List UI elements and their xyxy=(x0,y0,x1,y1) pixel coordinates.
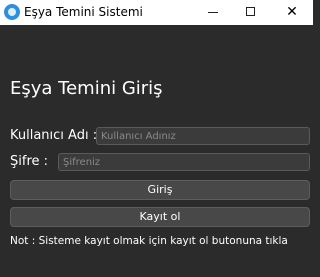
username-label: Kullanıcı Adı : xyxy=(10,128,98,143)
maximize-button[interactable] xyxy=(232,0,270,25)
password-input[interactable] xyxy=(58,153,310,171)
info-note: Not : Sisteme kayıt olmak için kayıt ol … xyxy=(10,235,288,247)
username-input[interactable] xyxy=(96,127,310,145)
minimize-button[interactable] xyxy=(194,0,232,25)
page-title: Eşya Temini Giriş xyxy=(10,78,163,99)
login-button[interactable]: Giriş xyxy=(10,180,310,200)
window-title: Eşya Temini Sistemi xyxy=(24,5,143,19)
password-label: Şifre : xyxy=(10,154,49,169)
close-icon: ✕ xyxy=(286,4,298,20)
app-logo-icon xyxy=(4,4,20,20)
register-button[interactable]: Kayıt ol xyxy=(10,207,310,227)
maximize-icon xyxy=(246,7,255,16)
title-bar: Eşya Temini Sistemi ✕ xyxy=(0,0,313,25)
close-button[interactable]: ✕ xyxy=(273,0,311,25)
minimize-icon xyxy=(208,12,218,13)
